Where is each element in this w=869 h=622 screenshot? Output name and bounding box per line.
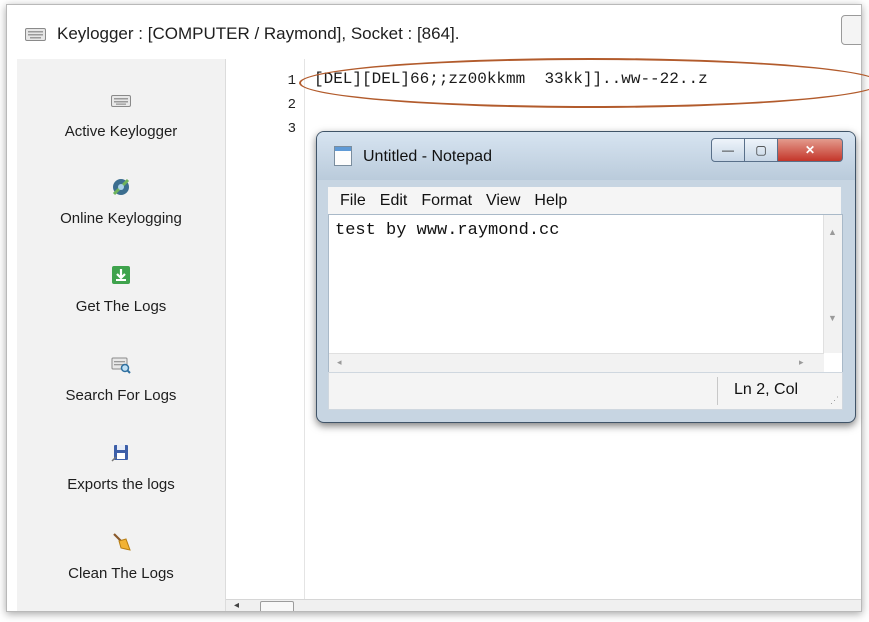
cursor-position-status: Ln 2, Col: [734, 381, 799, 398]
sidebar-item-label: Search For Logs: [65, 387, 177, 404]
notepad-icon: [334, 146, 352, 166]
sidebar-item-active-keylogger[interactable]: Active Keylogger: [17, 89, 225, 140]
sidebar-item-exports-the-logs[interactable]: Exports the logs: [17, 442, 225, 493]
line-number: 2: [287, 97, 296, 113]
sidebar-item-online-keylogging[interactable]: Online Keylogging: [17, 176, 225, 227]
notepad-menubar: File Edit Format View Help: [328, 187, 841, 214]
notepad-text-area[interactable]: test by www.raymond.cc ▲ ▼ ◂ ▸: [328, 214, 843, 373]
broom-icon: [113, 533, 131, 551]
maximize-button[interactable]: ▢: [745, 138, 778, 162]
scrollbar-thumb[interactable]: [260, 601, 294, 611]
satellite-icon: [112, 178, 130, 196]
sidebar-item-label: Active Keylogger: [64, 123, 178, 140]
download-icon: [112, 266, 130, 284]
scroll-up-arrow-icon[interactable]: ▲: [828, 227, 837, 237]
editor-horizontal-scrollbar[interactable]: ◂: [226, 599, 861, 611]
maximize-icon: ▢: [755, 143, 767, 157]
menu-help[interactable]: Help: [534, 192, 567, 210]
scroll-right-arrow-icon[interactable]: ▸: [799, 357, 804, 368]
notepad-status-bar: Ln 2, Col ⋰: [328, 372, 843, 410]
minimize-icon: —: [722, 143, 734, 157]
sidebar-item-label: Clean The Logs: [68, 565, 174, 582]
sidebar-item-label: Exports the logs: [67, 476, 175, 493]
notepad-window: Untitled - Notepad — ▢ ✕ File Edit Forma…: [316, 131, 856, 423]
minimize-button[interactable]: —: [711, 138, 745, 162]
line-number: 1: [287, 73, 296, 89]
scroll-left-arrow-icon[interactable]: ◂: [337, 357, 342, 368]
menu-edit[interactable]: Edit: [380, 192, 408, 210]
sidebar-item-label: Get The Logs: [75, 298, 167, 315]
notepad-text: test by www.raymond.cc: [335, 221, 560, 240]
keyboard-icon: [25, 28, 46, 41]
window-titlebar[interactable]: Keylogger : [COMPUTER / Raymond], Socket…: [7, 5, 861, 57]
close-icon: ✕: [804, 143, 816, 157]
scroll-down-arrow-icon[interactable]: ▼: [828, 313, 837, 323]
sidebar: Active Keylogger Online Keylogging Get T…: [17, 59, 226, 611]
resize-grip-icon[interactable]: ⋰: [830, 395, 839, 406]
window-controls: — ▢ ✕: [711, 138, 843, 162]
notepad-vertical-scrollbar[interactable]: ▲ ▼: [823, 215, 842, 353]
close-button[interactable]: ✕: [778, 138, 843, 162]
notepad-horizontal-scrollbar[interactable]: ◂ ▸: [329, 353, 824, 372]
sidebar-item-get-the-logs[interactable]: Get The Logs: [17, 264, 225, 315]
notepad-title: Untitled - Notepad: [363, 148, 492, 165]
floppy-export-icon: [111, 445, 128, 462]
menu-view[interactable]: View: [486, 192, 520, 210]
search-logs-icon: [111, 357, 131, 374]
line-number-gutter: 1 2 3: [226, 59, 305, 599]
menu-format[interactable]: Format: [421, 192, 472, 210]
line-number: 3: [287, 121, 296, 137]
sidebar-item-search-for-logs[interactable]: Search For Logs: [17, 353, 225, 404]
log-line: [DEL][DEL]66;;zz00kkmm 33kk]]..ww--22..z: [314, 70, 708, 88]
status-divider: [717, 377, 718, 405]
menu-file[interactable]: File: [340, 192, 366, 210]
sidebar-item-label: Online Keylogging: [60, 210, 182, 227]
scroll-left-arrow-icon[interactable]: ◂: [234, 600, 239, 611]
notepad-titlebar[interactable]: Untitled - Notepad — ▢ ✕: [317, 132, 855, 180]
keyboard-icon: [111, 95, 131, 107]
window-control-button[interactable]: [841, 15, 861, 45]
window-title: Keylogger : [COMPUTER / Raymond], Socket…: [57, 24, 460, 43]
sidebar-item-clean-the-logs[interactable]: Clean The Logs: [17, 531, 225, 582]
